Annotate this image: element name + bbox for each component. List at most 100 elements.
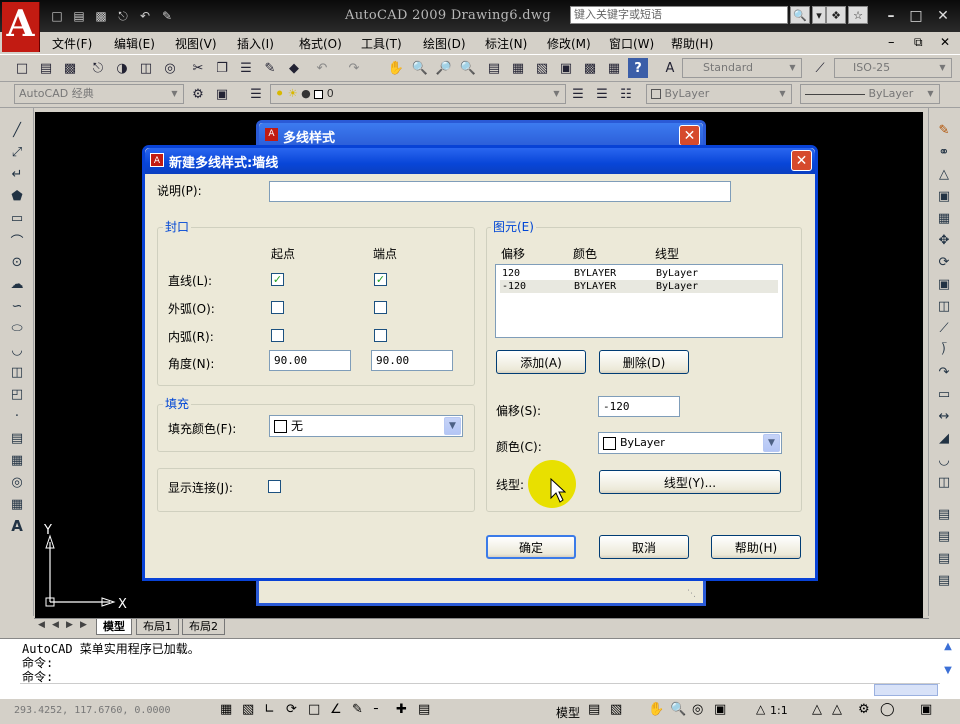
multiline-style-close-button[interactable]: ✕ (679, 125, 700, 146)
annotation-visibility-icon[interactable]: △ (812, 702, 822, 717)
model-space-label[interactable]: 模型 (556, 704, 580, 721)
zoom-realtime-icon[interactable]: 🔍 (410, 58, 430, 78)
menu-draw[interactable]: 绘图(D) (423, 35, 466, 52)
make-block-icon[interactable]: ◰ (6, 384, 28, 404)
help-search-input[interactable]: 键入关键字或短语 (570, 6, 788, 24)
line-cap-start-checkbox[interactable]: ✓ (271, 273, 284, 286)
zoom-status-icon[interactable]: 🔍 (670, 702, 686, 717)
tab-layout2[interactable]: 布局2 (182, 619, 225, 635)
workspace-icon[interactable]: ▣ (212, 84, 232, 104)
ellipse-arc-icon[interactable]: ◡ (6, 340, 28, 360)
stretch-icon[interactable]: ◫ (933, 296, 955, 316)
send-to-back-icon[interactable]: ▤ (933, 548, 955, 568)
add-element-button[interactable]: 添加(A) (496, 350, 586, 374)
copy-object-icon[interactable]: ⚭ (933, 142, 955, 162)
workspace-switching-icon[interactable]: ⚙ (858, 702, 870, 717)
help-icon[interactable]: ? (628, 58, 648, 78)
pan-icon[interactable]: ✋ (386, 58, 406, 78)
table-icon[interactable]: ▦ (6, 494, 28, 514)
mirror-icon[interactable]: △ (933, 164, 955, 184)
trim-icon[interactable]: ⟋ (933, 318, 955, 338)
zoom-previous-icon[interactable]: 🔍 (458, 58, 478, 78)
tab-nav-prev-icon[interactable]: ◀ (52, 620, 59, 630)
spline-icon[interactable]: ∽ (6, 296, 28, 316)
window-minimize-button[interactable]: – (880, 6, 902, 26)
doc-close-icon[interactable]: ✕ (940, 35, 950, 49)
break-icon[interactable]: ▭ (933, 384, 955, 404)
offset-input[interactable]: -120 (598, 396, 680, 417)
pan-status-icon[interactable]: ✋ (648, 702, 664, 717)
array-icon[interactable]: ▦ (933, 208, 955, 228)
revision-cloud-icon[interactable]: ☁ (6, 274, 28, 294)
fillet-icon[interactable]: ◡ (933, 450, 955, 470)
undo-icon[interactable]: ↶ (136, 8, 154, 24)
print-icon[interactable]: ⎋ (114, 8, 132, 24)
layer-state-icon[interactable]: ☷ (616, 84, 636, 104)
calculator-icon[interactable]: ▦ (604, 58, 624, 78)
tab-layout1[interactable]: 布局1 (136, 619, 179, 635)
window-maximize-button[interactable]: □ (905, 6, 927, 26)
element-color-select[interactable]: ByLayer ▼ (598, 432, 782, 454)
region-icon[interactable]: ◎ (6, 472, 28, 492)
zoom-window-icon[interactable]: 🔎 (434, 58, 454, 78)
annotation-scale-icon[interactable]: △ (756, 702, 765, 716)
insert-block-icon[interactable]: ◫ (6, 362, 28, 382)
new-icon[interactable]: □ (12, 58, 32, 78)
copy-icon[interactable]: ❐ (212, 58, 232, 78)
object-snap-icon[interactable]: □ (308, 702, 320, 717)
scale-icon[interactable]: ▣ (933, 274, 955, 294)
erase-icon[interactable]: ✎ (933, 120, 955, 140)
polyline-icon[interactable]: ↵ (6, 164, 28, 184)
doc-restore-icon[interactable]: ⧉ (914, 35, 923, 50)
tool-palettes-icon[interactable]: ▧ (532, 58, 552, 78)
rectangle-icon[interactable]: ▭ (6, 208, 28, 228)
menu-tools[interactable]: 工具(T) (361, 35, 402, 52)
showmotion-icon[interactable]: ▣ (714, 702, 726, 717)
point-icon[interactable]: · (6, 406, 28, 426)
ortho-mode-icon[interactable]: ∟ (264, 702, 275, 717)
display-joints-checkbox[interactable] (268, 480, 281, 493)
hatch-icon[interactable]: ▤ (6, 428, 28, 448)
layer-combo[interactable]: ⚫ ☀ ● 0 ▼ (270, 84, 566, 104)
elements-list[interactable]: 120 BYLAYER ByLayer -120 BYLAYER ByLayer (495, 264, 783, 338)
dialog-close-button[interactable]: ✕ (791, 150, 812, 171)
linetype-combo[interactable]: ByLayer ▼ (800, 84, 940, 104)
horizontal-scrollbar[interactable] (874, 684, 938, 696)
search-icon[interactable]: 🔍 (790, 6, 810, 24)
open-folder-icon[interactable]: ▤ (70, 8, 88, 24)
save-icon[interactable]: ▩ (60, 58, 80, 78)
rotate-icon[interactable]: ⟳ (933, 252, 955, 272)
save-icon[interactable]: ▩ (92, 8, 110, 24)
cancel-button[interactable]: 取消 (599, 535, 689, 559)
publish-icon[interactable]: ◫ (136, 58, 156, 78)
cut-icon[interactable]: ✂ (188, 58, 208, 78)
tab-nav-first-icon[interactable]: ◀ (38, 620, 45, 630)
search-dropdown-icon[interactable]: ▾ (812, 6, 826, 24)
sheet-set-icon[interactable]: ▣ (556, 58, 576, 78)
quick-view-layouts-icon[interactable]: ▤ (588, 702, 600, 717)
lineweight-icon[interactable]: ✚ (396, 702, 407, 717)
bring-to-front-icon[interactable]: ▤ (933, 526, 955, 546)
menu-help[interactable]: 帮助(H) (671, 35, 713, 52)
dynamic-input-icon[interactable]: ╴ (374, 702, 382, 717)
description-input[interactable] (269, 181, 731, 202)
fill-color-select[interactable]: 无 ▼ (269, 415, 463, 437)
polar-tracking-icon[interactable]: ⟳ (286, 702, 297, 717)
command-window[interactable]: AutoCAD 菜单实用程序已加载。 命令: 命令: ▲ ▼ (0, 638, 960, 698)
element-row[interactable]: 120 BYLAYER ByLayer (500, 267, 778, 280)
tab-nav-next-icon[interactable]: ▶ (66, 620, 73, 630)
menu-dimension[interactable]: 标注(N) (485, 35, 527, 52)
color-combo[interactable]: ByLayer ▼ (646, 84, 792, 104)
gradient-icon[interactable]: ▦ (6, 450, 28, 470)
properties-icon[interactable]: ▤ (484, 58, 504, 78)
new-file-icon[interactable]: □ (48, 8, 66, 24)
window-close-button[interactable]: ✕ (932, 6, 954, 26)
3d-dwf-icon[interactable]: ◎ (160, 58, 180, 78)
element-row-selected[interactable]: -120 BYLAYER ByLayer (500, 280, 778, 293)
menu-window[interactable]: 窗口(W) (609, 35, 654, 52)
text-style-combo[interactable]: Standard ▼ (682, 58, 802, 78)
join-icon[interactable]: ↔ (933, 406, 955, 426)
offset-icon[interactable]: ▣ (933, 186, 955, 206)
open-icon[interactable]: ▤ (36, 58, 56, 78)
grid-display-icon[interactable]: ▧ (242, 702, 254, 717)
